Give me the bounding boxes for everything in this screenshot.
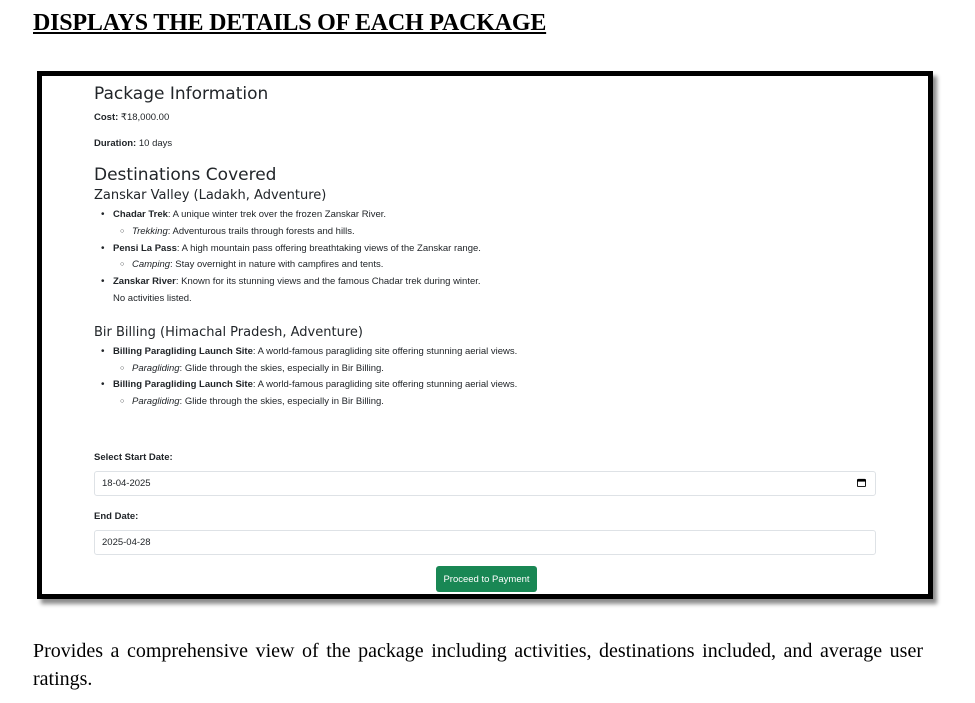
activity-name: Paragliding: [132, 362, 180, 374]
document-heading: DISPLAYS THE DETAILS OF EACH PACKAGE: [33, 10, 547, 36]
activity-item: Trekking: Adventurous trails through for…: [94, 224, 880, 241]
activity-name: Camping: [132, 259, 171, 271]
cost-row: Cost: ₹18,000.00: [94, 112, 880, 123]
duration-label: Duration:: [94, 138, 137, 149]
package-details: Package Information Cost: ₹18,000.00 Dur…: [94, 84, 880, 411]
place-name: Pensi La Pass: [113, 242, 177, 254]
activity-desc: : Glide through the skies, especially in…: [179, 362, 384, 374]
place-desc: : A world-famous paragliding site offeri…: [252, 379, 518, 391]
cost-value: ₹18,000.00: [120, 112, 170, 123]
place-item: Chadar Trek: A unique winter trek over t…: [94, 207, 880, 224]
activity-item: Camping: Stay overnight in nature with c…: [94, 257, 880, 274]
place-name: Chadar Trek: [113, 209, 168, 220]
place-name: Zanskar River: [113, 276, 176, 288]
place-desc: : A unique winter trek over the frozen Z…: [167, 209, 386, 220]
place-item: Zanskar River: Known for its stunning vi…: [94, 274, 880, 291]
end-date-input[interactable]: 2025-04-28: [94, 530, 876, 555]
start-date-input[interactable]: 18-04-2025: [94, 471, 876, 496]
activity-item: Paragliding: Glide through the skies, es…: [94, 361, 880, 378]
calendar-icon[interactable]: [857, 478, 866, 487]
activity-name: Paragliding: [132, 396, 180, 408]
place-name: Billing Paragliding Launch Site: [113, 345, 253, 357]
document-caption: Provides a comprehensive view of the pac…: [33, 640, 923, 690]
start-date-value: 18-04-2025: [102, 478, 151, 489]
activity-desc: : Adventurous trails through forests and…: [167, 225, 355, 237]
destinations-title: Destinations Covered: [94, 165, 277, 185]
duration-row: Duration: 10 days: [94, 138, 880, 149]
activity-desc: : Glide through the skies, especially in…: [179, 396, 384, 408]
place-list: Chadar Trek: A unique winter trek over t…: [94, 207, 880, 308]
place-desc: : Known for its stunning views and the f…: [175, 276, 481, 288]
activity-item: Paragliding: Glide through the skies, es…: [94, 394, 880, 411]
place-desc: : A high mountain pass offering breathta…: [176, 242, 481, 254]
place-item: Billing Paragliding Launch Site: A world…: [94, 344, 880, 361]
package-info-title: Package Information: [94, 84, 269, 104]
activity-desc: : Stay overnight in nature with campfire…: [170, 259, 384, 271]
place-item: Pensi La Pass: A high mountain pass offe…: [94, 241, 880, 258]
end-date-label: End Date:: [94, 511, 139, 522]
place-name: Billing Paragliding Launch Site: [113, 379, 253, 391]
screenshot-frame: Package Information Cost: ₹18,000.00 Dur…: [37, 71, 933, 599]
place-list: Billing Paragliding Launch Site: A world…: [94, 344, 880, 411]
destination-title: Bir Billing (Himachal Pradesh, Adventure…: [94, 324, 363, 340]
place-desc: : A world-famous paragliding site offeri…: [252, 345, 518, 357]
end-date-value: 2025-04-28: [102, 537, 151, 548]
place-item: Billing Paragliding Launch Site: A world…: [94, 377, 880, 394]
duration-value: 10 days: [138, 138, 173, 149]
cost-label: Cost:: [94, 112, 119, 123]
activity-name: Trekking: [132, 225, 168, 237]
start-date-label: Select Start Date:: [94, 452, 173, 463]
destination-title: Zanskar Valley (Ladakh, Adventure): [94, 188, 327, 203]
proceed-to-payment-button[interactable]: Proceed to Payment: [436, 566, 537, 592]
no-activities-text: No activities listed.: [113, 292, 192, 304]
